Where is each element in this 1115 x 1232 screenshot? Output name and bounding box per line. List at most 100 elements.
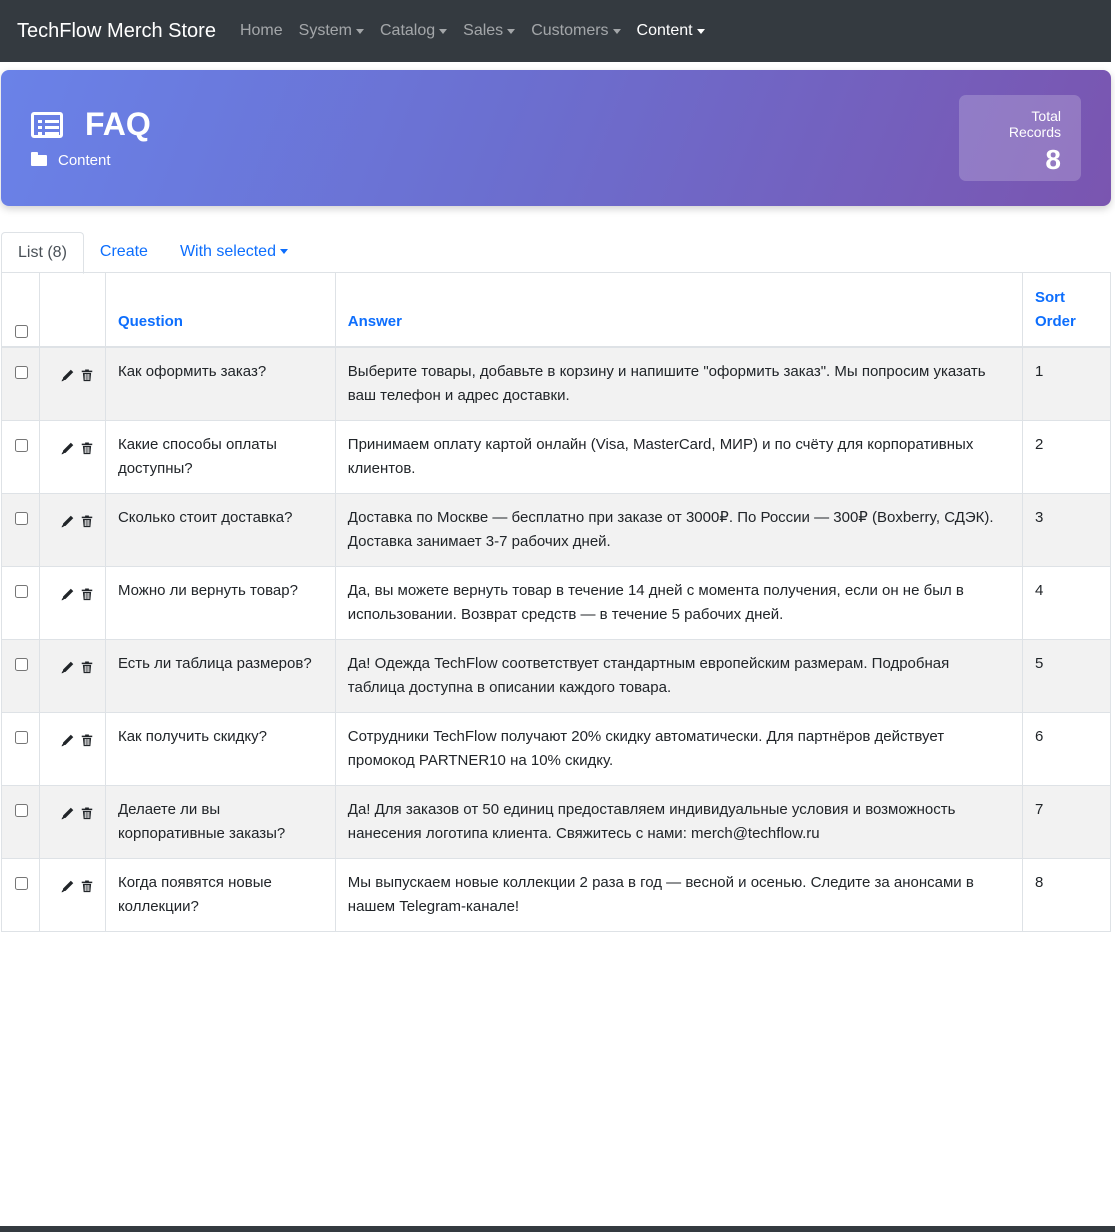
nav-catalog-label: Catalog — [380, 22, 436, 39]
row-actions-cell — [38, 857, 106, 932]
row-actions-cell — [38, 784, 106, 859]
nav-customers[interactable]: Customers — [531, 22, 621, 40]
sort-order-header[interactable]: Sort Order — [1022, 272, 1111, 348]
row-actions-cell — [38, 711, 106, 786]
table-row: Сколько стоит доставка? Доставка по Москв… — [1, 492, 1111, 567]
pencil-icon[interactable] — [61, 512, 74, 527]
breadcrumb: Content — [31, 152, 111, 169]
table-row: Делаете ли вы корпоративные заказы? Да! Д… — [1, 784, 1111, 859]
trash-icon[interactable] — [80, 804, 93, 819]
caret-down-icon — [356, 28, 364, 34]
row-select-cell — [1, 638, 40, 713]
pencil-icon[interactable] — [61, 804, 74, 819]
folder-open-icon — [31, 152, 47, 166]
pencil-icon[interactable] — [61, 366, 74, 381]
trash-icon[interactable] — [80, 366, 93, 381]
answer-cell: Выберите товары, добавьте в корзину и на… — [334, 346, 1024, 421]
answer-cell: Да, вы можете вернуть товар в течение 14… — [334, 565, 1024, 640]
trash-icon[interactable] — [80, 439, 93, 454]
select-all-checkbox[interactable] — [15, 324, 28, 338]
sort-order-cell: 5 — [1022, 638, 1111, 713]
sort-order-cell: 7 — [1022, 784, 1111, 859]
tab-with-selected[interactable]: With selected — [164, 232, 304, 273]
trash-icon[interactable] — [80, 658, 93, 673]
row-select-checkbox[interactable] — [15, 365, 28, 379]
table-header-row: Question Answer Sort Order — [1, 272, 1111, 348]
trash-icon[interactable] — [80, 512, 93, 527]
pencil-icon[interactable] — [61, 731, 74, 746]
sort-order-cell: 2 — [1022, 419, 1111, 494]
question-cell: Сколько стоит доставка? — [104, 492, 336, 567]
tab-list[interactable]: List (8) — [1, 232, 84, 274]
table-row: Есть ли таблица размеров? Да! Одежда Tech… — [1, 638, 1111, 713]
trash-icon[interactable] — [80, 731, 93, 746]
answer-header[interactable]: Answer — [334, 272, 1024, 348]
question-cell: Можно ли вернуть товар? — [104, 565, 336, 640]
nav-sales[interactable]: Sales — [463, 22, 516, 40]
pencil-icon[interactable] — [61, 439, 74, 454]
nav-system-label: System — [298, 22, 352, 39]
row-select-cell — [1, 857, 40, 932]
row-select-checkbox[interactable] — [15, 657, 28, 671]
row-select-cell — [1, 711, 40, 786]
tab-create[interactable]: Create — [84, 232, 164, 273]
page-header-banner: FAQ Content Total Records 8 — [1, 70, 1111, 206]
sort-order-cell: 1 — [1022, 346, 1111, 421]
nav-customers-label: Customers — [531, 22, 609, 39]
nav-sales-label: Sales — [463, 22, 504, 39]
answer-cell: Сотрудники TechFlow получают 20% скидку … — [334, 711, 1024, 786]
question-cell: Делаете ли вы корпоративные заказы? — [104, 784, 336, 859]
pencil-icon[interactable] — [61, 877, 74, 892]
caret-down-icon — [696, 28, 705, 34]
table-row: Можно ли вернуть товар? Да, вы можете вер… — [1, 565, 1111, 640]
nav-content[interactable]: Content — [637, 22, 705, 40]
total-records-value: 8 — [1045, 144, 1061, 175]
row-select-checkbox[interactable] — [15, 438, 28, 452]
row-actions-cell — [38, 492, 106, 567]
nav-home[interactable]: Home — [240, 22, 283, 40]
question-cell: Какие способы оплаты доступны? — [104, 419, 336, 494]
page-title: FAQ — [31, 106, 151, 143]
row-select-cell — [1, 565, 40, 640]
answer-cell: Доставка по Москве — бесплатно при заказ… — [334, 492, 1024, 567]
table-row: Как оформить заказ? Выберите товары, доба… — [1, 346, 1111, 421]
tab-with-selected-label: With selected — [179, 243, 276, 260]
row-select-checkbox[interactable] — [15, 511, 28, 525]
list-alt-icon — [31, 111, 63, 138]
row-select-checkbox[interactable] — [15, 876, 28, 890]
brand-link[interactable]: TechFlow Merch Store — [17, 20, 216, 43]
row-actions-cell — [38, 346, 106, 421]
row-select-cell — [1, 346, 40, 421]
sort-order-cell: 6 — [1022, 711, 1111, 786]
row-select-cell — [1, 419, 40, 494]
total-records-label: Total Records — [1008, 108, 1061, 140]
pencil-icon[interactable] — [61, 585, 74, 600]
row-select-checkbox[interactable] — [15, 584, 28, 598]
window-edge — [1111, 0, 1115, 62]
question-cell: Есть ли таблица размеров? — [104, 638, 336, 713]
answer-cell: Мы выпускаем новые коллекции 2 раза в го… — [334, 857, 1024, 932]
top-navbar: TechFlow Merch Store Home System Catalog… — [0, 0, 1111, 62]
sort-order-cell: 3 — [1022, 492, 1111, 567]
trash-icon[interactable] — [80, 585, 93, 600]
nav-catalog[interactable]: Catalog — [380, 22, 448, 40]
question-cell: Как оформить заказ? — [104, 346, 336, 421]
answer-cell: Да! Для заказов от 50 единиц предоставля… — [334, 784, 1024, 859]
row-select-checkbox[interactable] — [15, 730, 28, 744]
row-actions-cell — [38, 419, 106, 494]
row-actions-cell — [38, 638, 106, 713]
pencil-icon[interactable] — [61, 658, 74, 673]
caret-down-icon — [507, 28, 516, 34]
question-header[interactable]: Question — [104, 272, 336, 348]
nav-system[interactable]: System — [299, 22, 364, 40]
total-records-card: Total Records 8 — [959, 95, 1081, 181]
faq-table: Question Answer Sort Order Как оформить … — [1, 272, 1111, 932]
sort-order-cell: 4 — [1022, 565, 1111, 640]
row-select-checkbox[interactable] — [15, 803, 28, 817]
table-row: Когда появятся новые коллекции? Мы выпуск… — [1, 857, 1111, 932]
nav-content-label: Content — [636, 22, 693, 39]
question-cell: Как получить скидку? — [104, 711, 336, 786]
table-body: Как оформить заказ? Выберите товары, доба… — [1, 346, 1111, 932]
trash-icon[interactable] — [80, 877, 93, 892]
page-title-text: FAQ — [85, 106, 151, 142]
